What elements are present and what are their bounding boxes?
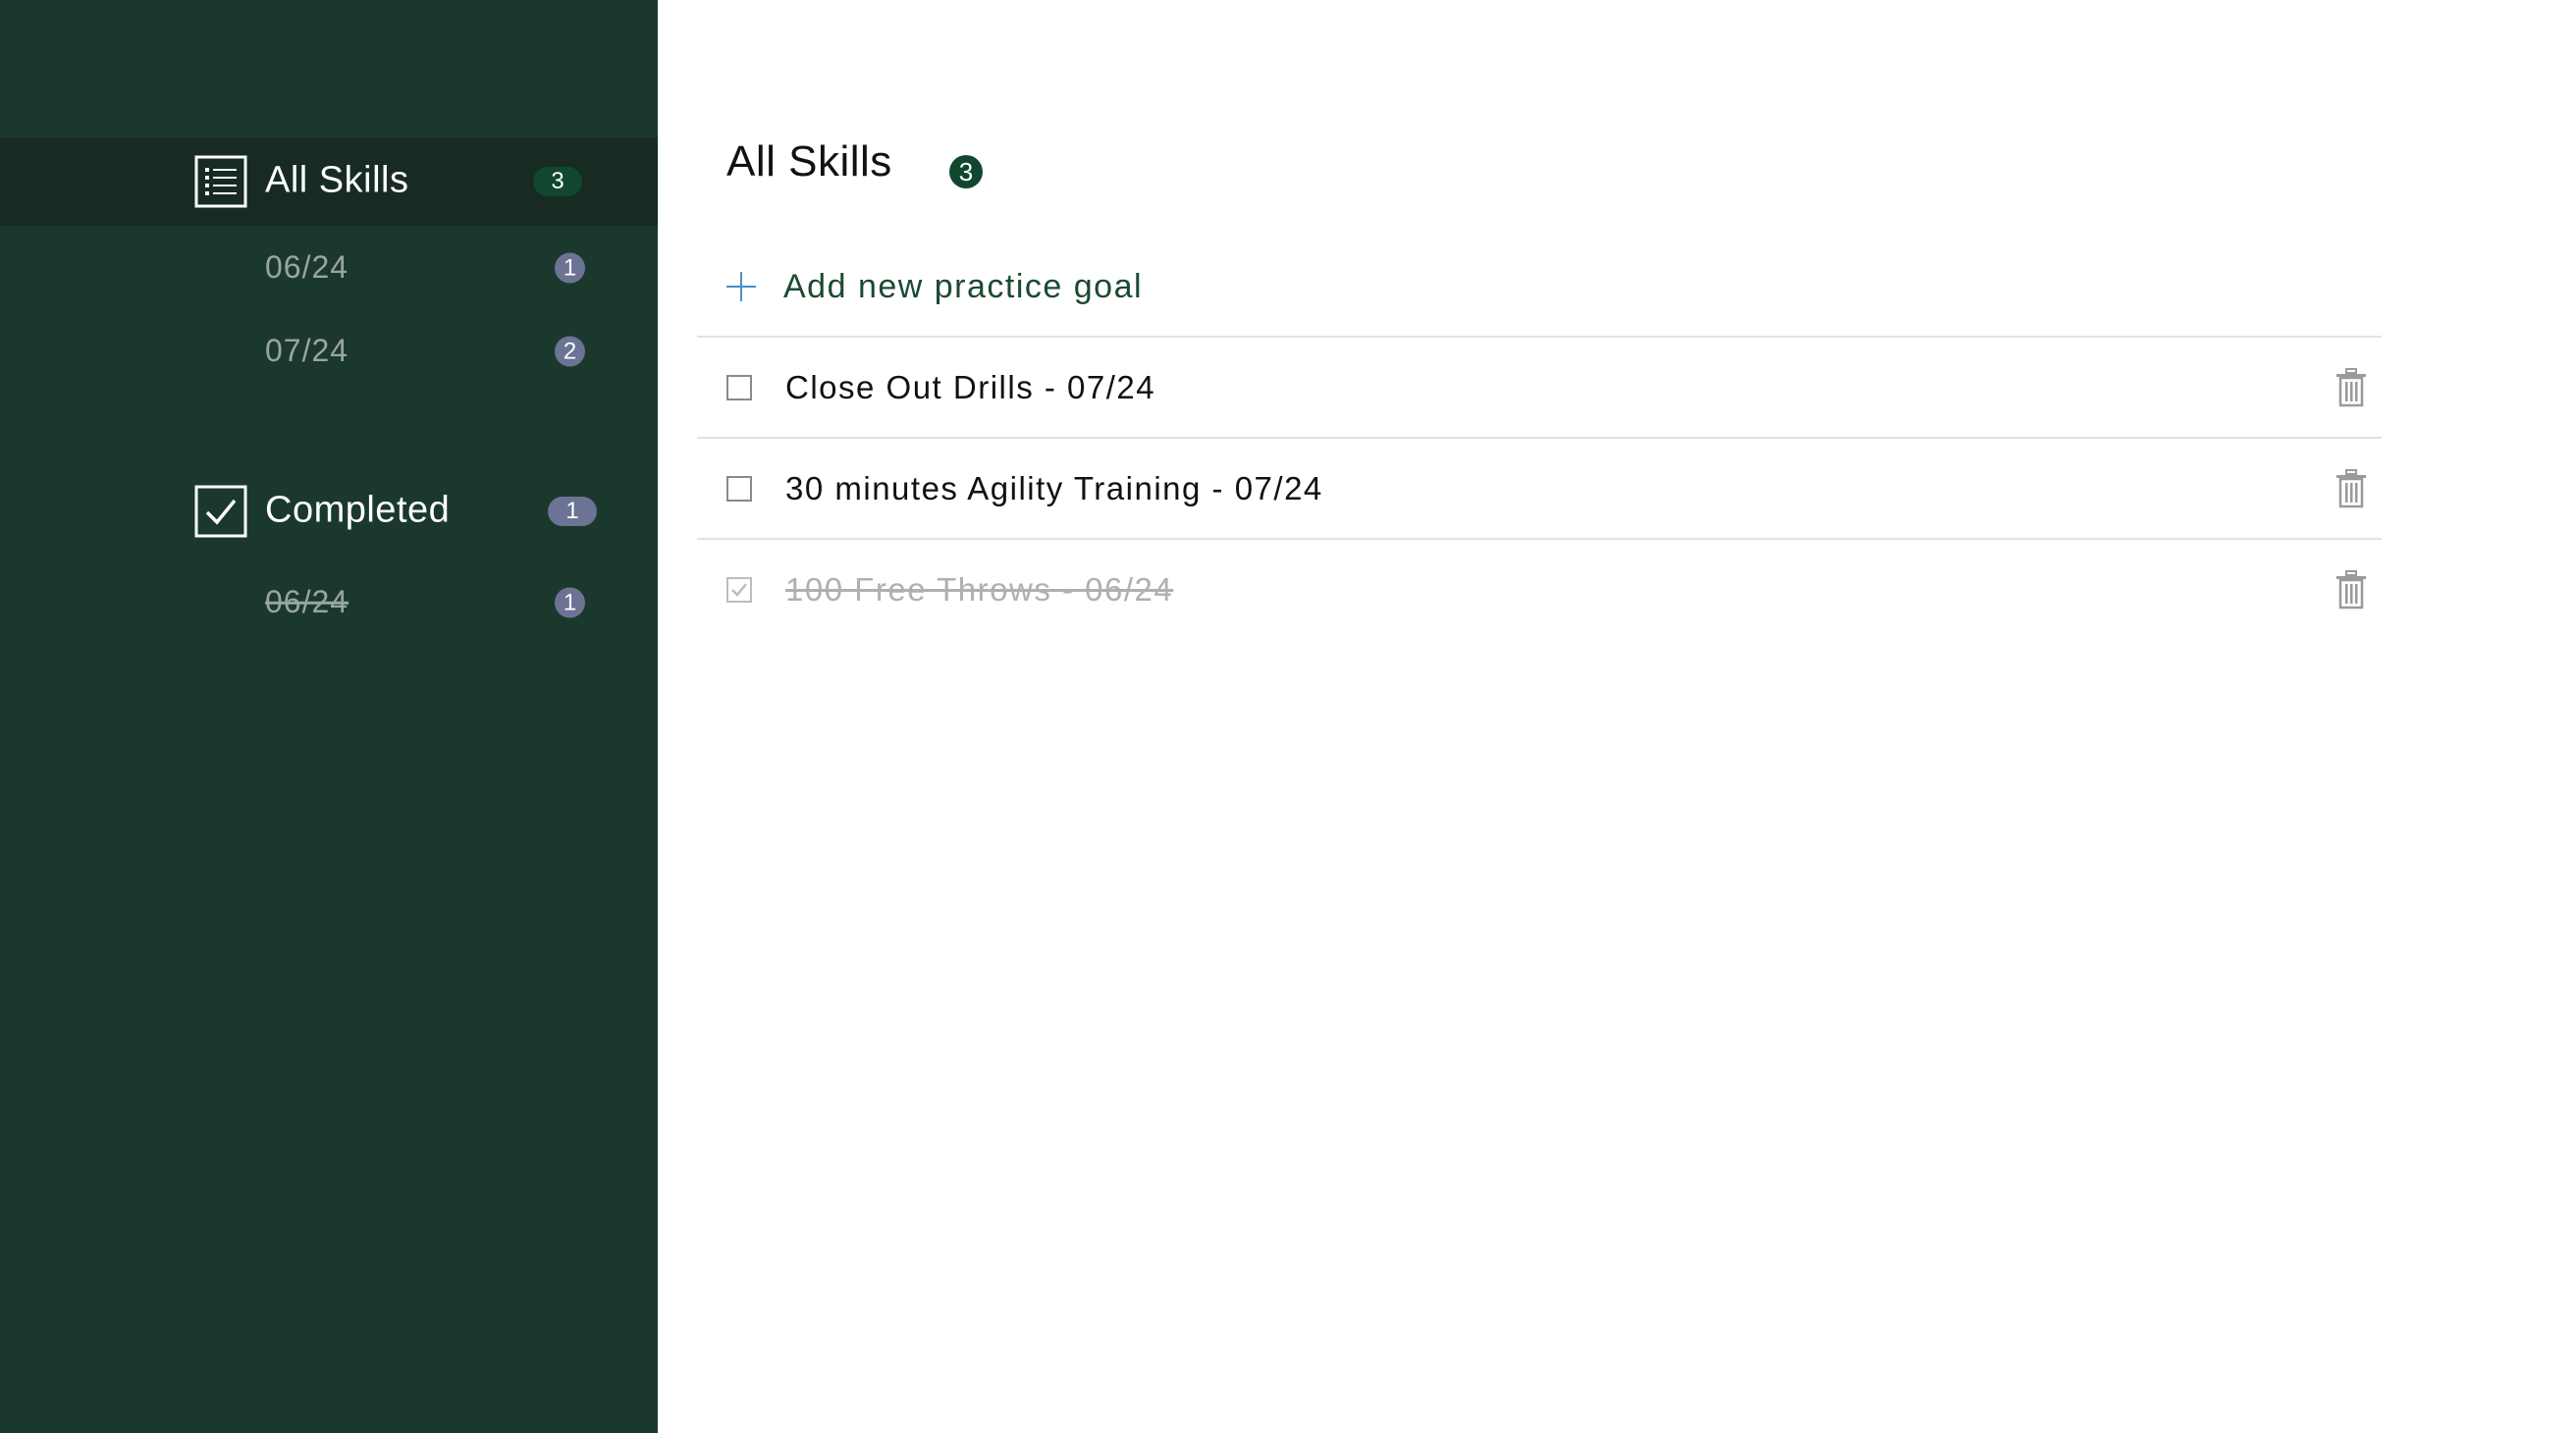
sidebar-section-completed[interactable]: Completed 1 bbox=[0, 467, 658, 556]
add-goal-button[interactable]: Add new practice goal bbox=[726, 257, 1143, 316]
sidebar-item-count: 2 bbox=[555, 336, 585, 367]
sidebar-item-all-skills-0724[interactable]: 07/24 2 bbox=[0, 322, 658, 381]
main-content: All Skills 3 Add new practice goal Close… bbox=[658, 0, 2576, 1433]
trash-icon[interactable] bbox=[2334, 569, 2368, 610]
sidebar-item-count: 1 bbox=[555, 252, 585, 284]
page-title: All Skills bbox=[726, 137, 892, 186]
task-checkbox[interactable] bbox=[726, 374, 752, 400]
task-list: Close Out Drills - 07/24 30 minutes Agil… bbox=[697, 336, 2382, 639]
trash-icon[interactable] bbox=[2334, 468, 2368, 508]
sidebar-item-label: 06/24 bbox=[265, 583, 349, 619]
sidebar-item-completed-0624[interactable]: 06/24 1 bbox=[0, 573, 658, 632]
sidebar-section-all-skills[interactable]: All Skills 3 bbox=[0, 137, 658, 226]
task-checkbox[interactable] bbox=[726, 475, 752, 502]
task-row: Close Out Drills - 07/24 bbox=[697, 336, 2382, 437]
sidebar-item-label: 07/24 bbox=[265, 332, 349, 368]
plus-icon bbox=[726, 272, 756, 301]
app-root: All Skills 3 06/24 1 07/24 2 Completed 1… bbox=[0, 0, 2576, 1433]
sidebar-item-label: 06/24 bbox=[265, 248, 349, 285]
task-row: 100 Free Throws - 06/24 bbox=[697, 538, 2382, 639]
task-row: 30 minutes Agility Training - 07/24 bbox=[697, 437, 2382, 538]
task-text: Close Out Drills - 07/24 bbox=[785, 368, 1156, 405]
task-text: 30 minutes Agility Training - 07/24 bbox=[785, 469, 1323, 506]
sidebar: All Skills 3 06/24 1 07/24 2 Completed 1… bbox=[0, 0, 658, 1433]
title-count-badge: 3 bbox=[949, 155, 983, 188]
sidebar-completed-count: 1 bbox=[548, 497, 597, 526]
list-icon bbox=[194, 155, 247, 208]
sidebar-completed-label: Completed bbox=[265, 489, 451, 531]
task-text: 100 Free Throws - 06/24 bbox=[785, 570, 1174, 608]
checkmark-icon bbox=[731, 582, 747, 597]
sidebar-all-skills-count: 3 bbox=[533, 167, 582, 196]
sidebar-item-count: 1 bbox=[555, 587, 585, 618]
add-goal-label: Add new practice goal bbox=[783, 267, 1144, 305]
task-checkbox[interactable] bbox=[726, 576, 752, 603]
sidebar-item-all-skills-0624[interactable]: 06/24 1 bbox=[0, 239, 658, 297]
trash-icon[interactable] bbox=[2334, 367, 2368, 407]
checkbox-checked-icon bbox=[194, 485, 247, 538]
sidebar-all-skills-label: All Skills bbox=[265, 159, 409, 201]
